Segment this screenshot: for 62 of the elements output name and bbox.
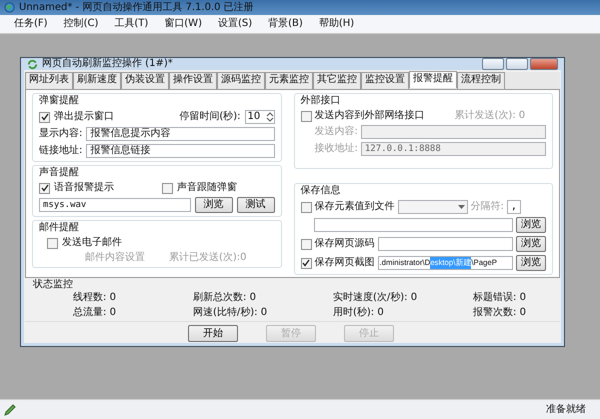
separator-field[interactable]: , [506,200,521,214]
menu-item[interactable]: 背景(B) [260,18,311,30]
tab[interactable]: 网址列表 [25,72,73,89]
group-title: 保存信息 [300,185,341,197]
text-field[interactable]: 127.0.0.1:8888 [360,142,546,156]
checkbox-label: 发送内容到外部网络接口 [314,110,425,122]
checkbox-label: 保存元素值到文件 [314,201,395,213]
field-label: 接收地址: [314,143,358,155]
checkbox-label: 弹出提示窗口 [54,111,114,123]
checkbox-label: 声音跟随弹窗 [177,182,237,194]
stat-text: 网速(比特/秒): 0 [193,307,268,319]
push-button[interactable]: 开始 [188,325,238,342]
push-button[interactable]: 测试 [236,197,275,213]
tab[interactable]: 元素监控 [265,72,313,89]
menu-item[interactable]: 任务(F) [6,18,56,30]
group-title: 状态监控 [33,279,73,291]
menu-item[interactable]: 窗口(W) [156,18,210,30]
window-title: Unnamed* - 网页自动操作通用工具 7.1.0.0 已注册 [19,2,254,14]
field-label: 链接地址: [39,145,82,157]
field-label: 分隔符: [470,201,504,213]
tab[interactable]: 操作设置 [169,72,217,89]
stat-text: 线程数: 0 [73,292,117,304]
tab[interactable]: 源码监控 [217,72,265,89]
stat-text: 标题错误: 0 [473,292,527,304]
stat-text: 用时(秒): 0 [333,307,385,319]
menu-item[interactable]: 帮助(H) [310,18,362,30]
stat-text: 实时速度(次/秒): 0 [333,292,418,304]
sent-count: 累计已发送(次):0 [169,252,247,264]
stat-text: 总流量: 0 [73,307,117,319]
tab[interactable]: 监控设置 [361,72,409,89]
checkbox-label: 保存网页截图 [314,257,375,269]
group-title: 弹窗提醒 [39,95,79,107]
tab[interactable]: 流程控制 [457,72,505,89]
field-label: 停留时间(秒): [179,111,241,123]
tab[interactable]: 刷新速度 [73,72,121,89]
tab[interactable]: 报警提醒 [409,71,457,88]
group-title: 声音提醒 [39,167,79,179]
push-button[interactable]: 浏览 [194,197,233,213]
stat-text: 报警次数: 0 [473,307,527,319]
file-field[interactable]: msys.wav [39,198,191,212]
stat-text: 刷新总次数: 0 [193,292,257,304]
checkbox-label: 保存网页源码 [314,238,375,250]
child-window-title: 网页自动刷新监控操作 (1#)* [42,58,174,70]
tab[interactable]: 伪装设置 [121,72,169,89]
field-label: 累计发送(次): [454,110,516,122]
field-label: 显示内容: [39,128,82,140]
push-button[interactable]: 浏览 [516,255,546,271]
tab[interactable]: 其它监控 [313,72,361,89]
spin-field[interactable]: 10 [244,110,275,124]
group-title: 外部接口 [300,95,341,107]
checkbox-label: 发送电子邮件 [62,237,122,249]
push-button[interactable]: 浏览 [516,217,546,233]
menu-item[interactable]: 工具(T) [106,18,156,30]
status-text: 准备就绪 [546,404,586,416]
text-field[interactable]: 报警信息链接 [86,144,275,158]
sent-count: 0 [518,110,526,122]
checkbox-label: 语音报警提示 [54,182,114,194]
menu-item[interactable]: 设置(S) [210,18,260,30]
group-title: 邮件提醒 [39,222,79,234]
field-label: 发送内容: [314,126,358,138]
push-button[interactable]: 浏览 [516,236,546,252]
menu-item[interactable]: 控制(C) [56,18,106,30]
